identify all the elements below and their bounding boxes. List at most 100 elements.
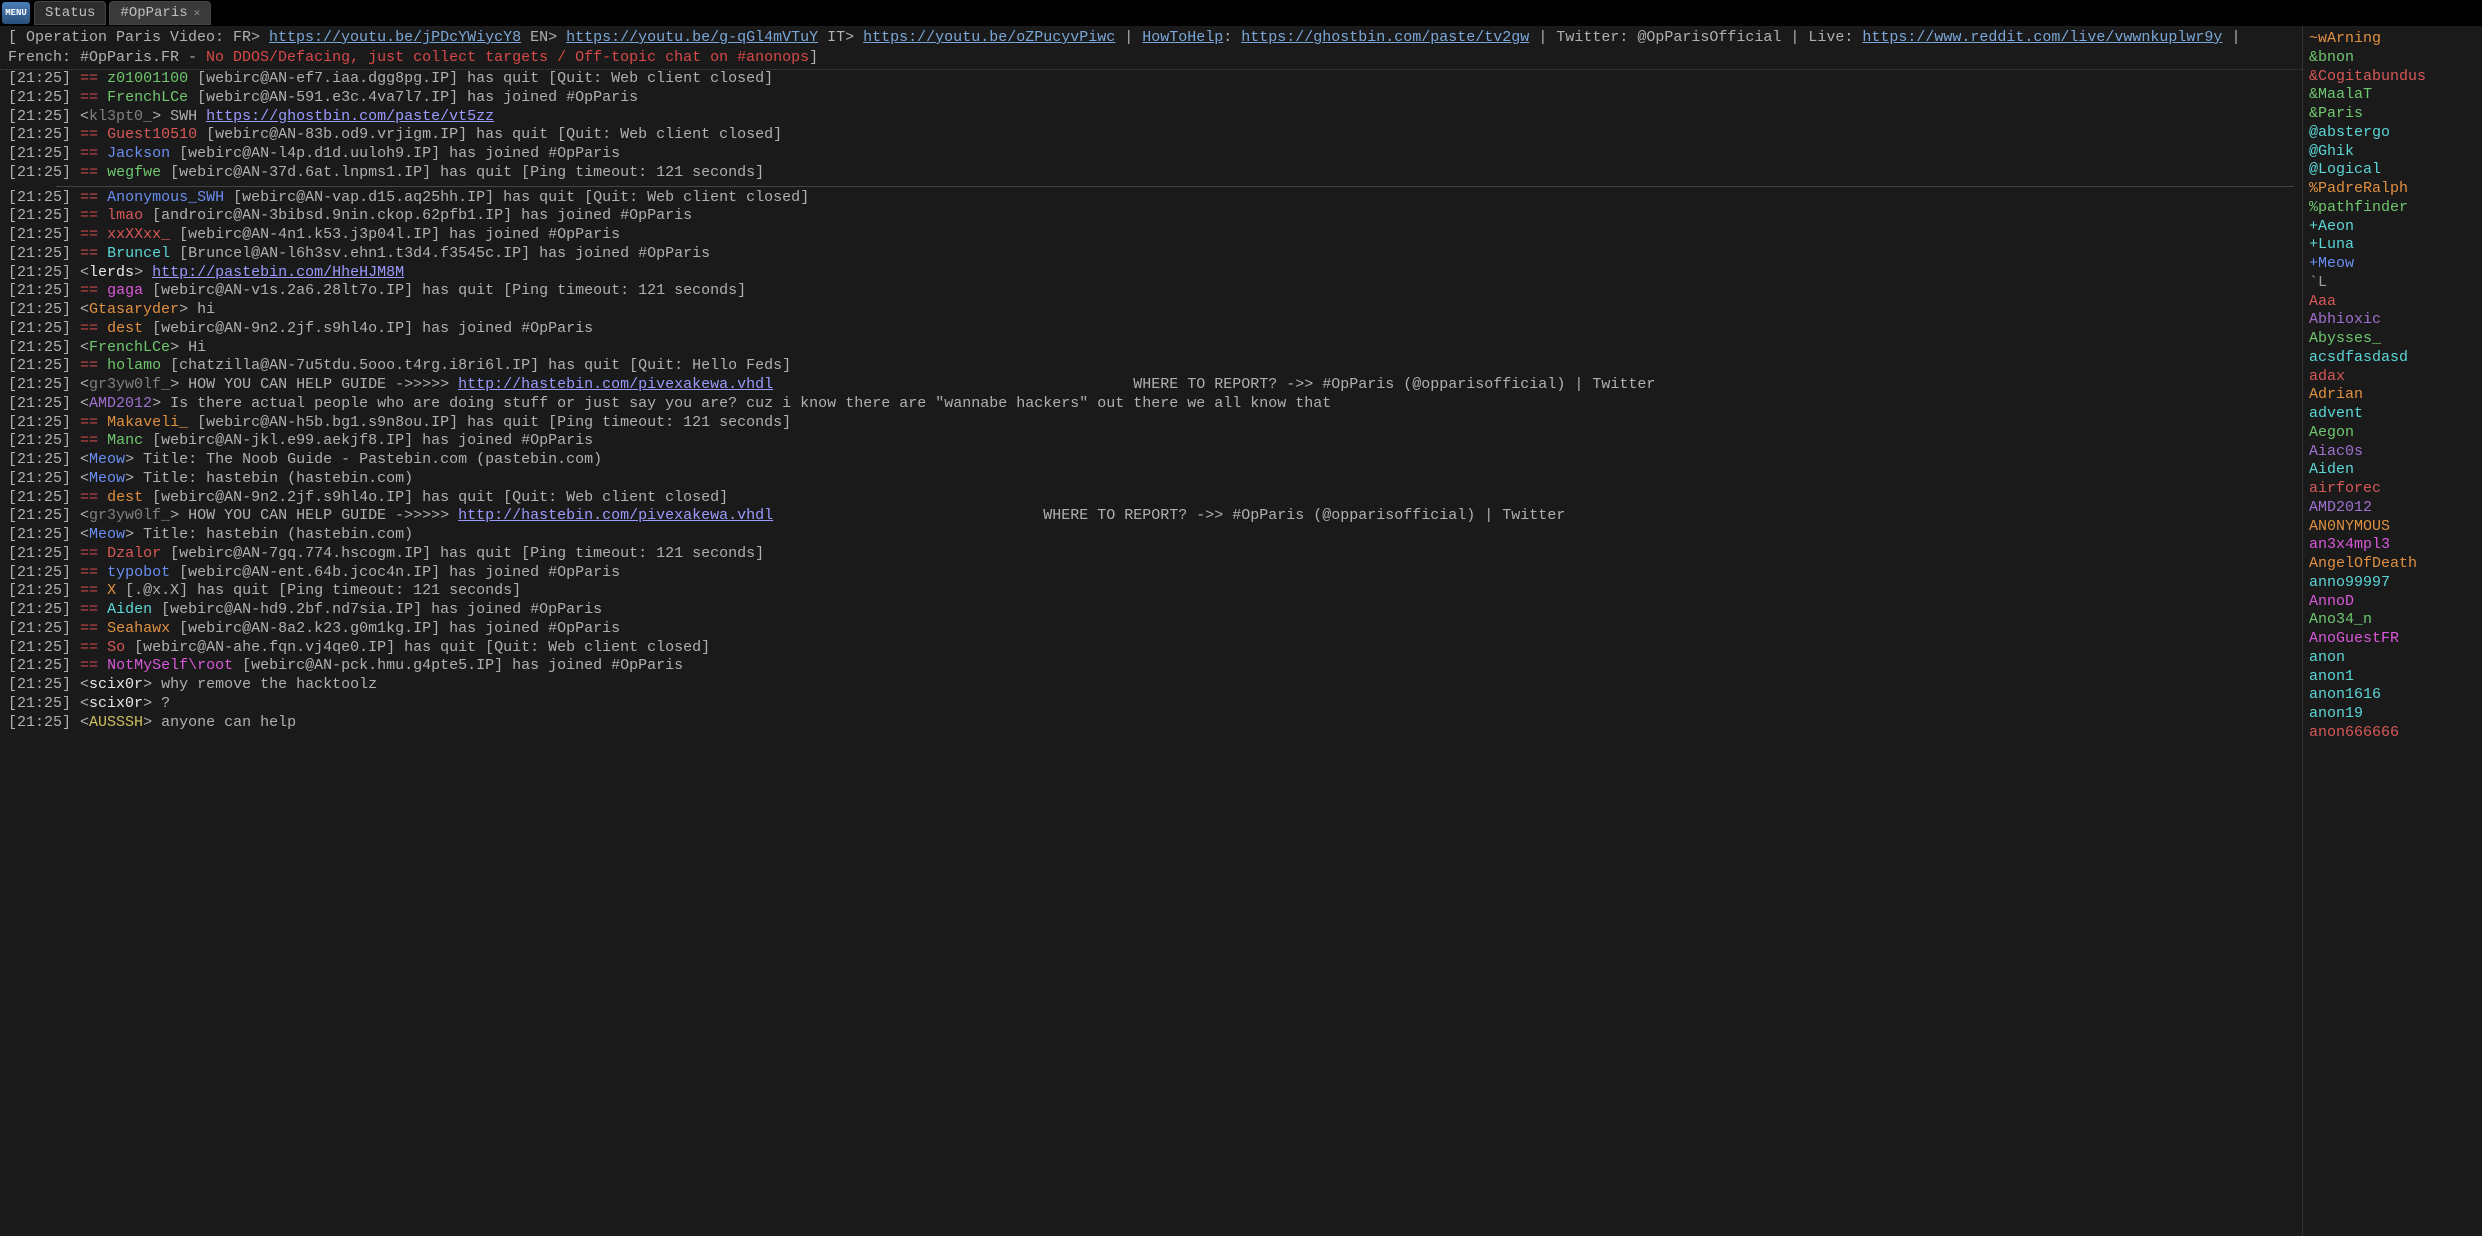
nick[interactable]: Manc xyxy=(107,432,143,449)
topic-link[interactable]: https://youtu.be/g-qGl4mVTuY xyxy=(566,29,818,46)
nick[interactable]: z01001100 xyxy=(107,70,188,87)
nick[interactable]: kl3pt0_ xyxy=(89,108,152,125)
system-text: [chatzilla@AN-7u5tdu.5ooo.t4rg.i8ri6l.IP… xyxy=(161,357,791,374)
message-line: [21:25] <scix0r> why remove the hacktool… xyxy=(8,676,2294,695)
nick-entry[interactable]: anon19 xyxy=(2309,705,2476,724)
tab-label: Status xyxy=(45,5,95,21)
nick-entry[interactable]: Aiac0s xyxy=(2309,443,2476,462)
nick[interactable]: Aiden xyxy=(107,601,152,618)
menu-button[interactable]: MENU xyxy=(2,2,30,24)
nick-entry[interactable]: ~wArning xyxy=(2309,30,2476,49)
topic-link[interactable]: https://www.reddit.com/live/vwwnkuplwr9y xyxy=(1862,29,2222,46)
nick-entry[interactable]: +Meow xyxy=(2309,255,2476,274)
nick[interactable]: AMD2012 xyxy=(89,395,152,412)
nick[interactable]: Meow xyxy=(89,526,125,543)
nick[interactable]: scix0r xyxy=(89,676,143,693)
nick-entry[interactable]: Aiden xyxy=(2309,461,2476,480)
message-line: [21:25] == Anonymous_SWH [webirc@AN-vap.… xyxy=(8,189,2294,208)
nick-entry[interactable]: `L xyxy=(2309,274,2476,293)
nick-entry[interactable]: AngelOfDeath xyxy=(2309,555,2476,574)
topic-link[interactable]: https://youtu.be/oZPucyvPiwc xyxy=(863,29,1115,46)
message-link[interactable]: http://pastebin.com/HheHJM8M xyxy=(152,264,404,281)
nick-entry[interactable]: +Luna xyxy=(2309,236,2476,255)
nick[interactable]: So xyxy=(107,639,125,656)
timestamp: [21:25] xyxy=(8,70,71,87)
nick[interactable]: holamo xyxy=(107,357,161,374)
nick[interactable]: Gtasaryder xyxy=(89,301,179,318)
nick-list[interactable]: ~wArning&bnon&Cogitabundus&MaalaT&Paris@… xyxy=(2302,26,2482,1236)
timestamp: [21:25] xyxy=(8,470,71,487)
message-list[interactable]: [21:25] == z01001100 [webirc@AN-ef7.iaa.… xyxy=(0,70,2302,1236)
topic-link[interactable]: HowToHelp xyxy=(1142,29,1223,46)
nick-entry[interactable]: advent xyxy=(2309,405,2476,424)
nick[interactable]: gaga xyxy=(107,282,143,299)
nick-entry[interactable]: @Ghik xyxy=(2309,143,2476,162)
nick-entry[interactable]: &Paris xyxy=(2309,105,2476,124)
nick-entry[interactable]: &MaalaT xyxy=(2309,86,2476,105)
nick[interactable]: Meow xyxy=(89,470,125,487)
nick[interactable]: dest xyxy=(107,489,143,506)
topic-link[interactable]: https://youtu.be/jPDcYWiycY8 xyxy=(269,29,521,46)
nick-entry[interactable]: Adrian xyxy=(2309,386,2476,405)
nick[interactable]: FrenchLCe xyxy=(107,89,188,106)
tab-status[interactable]: Status xyxy=(34,1,106,25)
nick[interactable]: Dzalor xyxy=(107,545,161,562)
nick-entry[interactable]: &bnon xyxy=(2309,49,2476,68)
close-icon[interactable]: ✕ xyxy=(194,6,201,20)
nick[interactable]: Bruncel xyxy=(107,245,170,262)
nick[interactable]: wegfwe xyxy=(107,164,161,181)
nick[interactable]: AUSSSH xyxy=(89,714,143,731)
nick[interactable]: typobot xyxy=(107,564,170,581)
nick-entry[interactable]: anon666666 xyxy=(2309,724,2476,743)
nick[interactable]: dest xyxy=(107,320,143,337)
nick[interactable]: scix0r xyxy=(89,695,143,712)
nick-entry[interactable]: anon xyxy=(2309,649,2476,668)
nick-entry[interactable]: %PadreRalph xyxy=(2309,180,2476,199)
nick-entry[interactable]: an3x4mpl3 xyxy=(2309,536,2476,555)
nick-entry[interactable]: anon1616 xyxy=(2309,686,2476,705)
topic-link[interactable]: https://ghostbin.com/paste/tv2gw xyxy=(1241,29,1529,46)
nick[interactable]: gr3yw0lf_ xyxy=(89,376,170,393)
nick-entry[interactable]: AMD2012 xyxy=(2309,499,2476,518)
nick-entry[interactable]: %pathfinder xyxy=(2309,199,2476,218)
nick-entry[interactable]: AnoGuestFR xyxy=(2309,630,2476,649)
nick-bracket: > xyxy=(125,526,134,543)
nick-entry[interactable]: Abysses_ xyxy=(2309,330,2476,349)
system-text: [webirc@AN-vap.d15.aq25hh.IP] has quit [… xyxy=(224,189,809,206)
nick-entry[interactable]: airforec xyxy=(2309,480,2476,499)
nick[interactable]: Anonymous_SWH xyxy=(107,189,224,206)
nick-bracket: > xyxy=(170,376,179,393)
nick[interactable]: lmao xyxy=(107,207,143,224)
message-link[interactable]: http://hastebin.com/pivexakewa.vhdl xyxy=(458,507,773,524)
nick[interactable]: xxXXxx_ xyxy=(107,226,170,243)
nick[interactable]: NotMySelf\root xyxy=(107,657,233,674)
nick-entry[interactable]: Aaa xyxy=(2309,293,2476,312)
tab-opparis[interactable]: #OpParis ✕ xyxy=(109,1,211,25)
nick-bracket: < xyxy=(80,676,89,693)
nick-entry[interactable]: Ano34_n xyxy=(2309,611,2476,630)
nick-entry[interactable]: acsdfasdasd xyxy=(2309,349,2476,368)
nick-entry[interactable]: anon1 xyxy=(2309,668,2476,687)
message-link[interactable]: http://hastebin.com/pivexakewa.vhdl xyxy=(458,376,773,393)
nick-entry[interactable]: Abhioxic xyxy=(2309,311,2476,330)
nick[interactable]: Seahawx xyxy=(107,620,170,637)
timestamp: [21:25] xyxy=(8,145,71,162)
nick-entry[interactable]: anno99997 xyxy=(2309,574,2476,593)
nick-entry[interactable]: &Cogitabundus xyxy=(2309,68,2476,87)
nick[interactable]: lerds xyxy=(89,264,134,281)
nick[interactable]: X xyxy=(107,582,116,599)
nick-entry[interactable]: @abstergo xyxy=(2309,124,2476,143)
nick-entry[interactable]: Aegon xyxy=(2309,424,2476,443)
nick-entry[interactable]: AnnoD xyxy=(2309,593,2476,612)
nick[interactable]: gr3yw0lf_ xyxy=(89,507,170,524)
nick-entry[interactable]: adax xyxy=(2309,368,2476,387)
nick[interactable]: FrenchLCe xyxy=(89,339,170,356)
nick-entry[interactable]: @Logical xyxy=(2309,161,2476,180)
nick[interactable]: Jackson xyxy=(107,145,170,162)
nick-entry[interactable]: +Aeon xyxy=(2309,218,2476,237)
nick[interactable]: Meow xyxy=(89,451,125,468)
nick-entry[interactable]: AN0NYMOUS xyxy=(2309,518,2476,537)
nick[interactable]: Makaveli_ xyxy=(107,414,188,431)
message-link[interactable]: https://ghostbin.com/paste/vt5zz xyxy=(206,108,494,125)
nick[interactable]: Guest10510 xyxy=(107,126,197,143)
